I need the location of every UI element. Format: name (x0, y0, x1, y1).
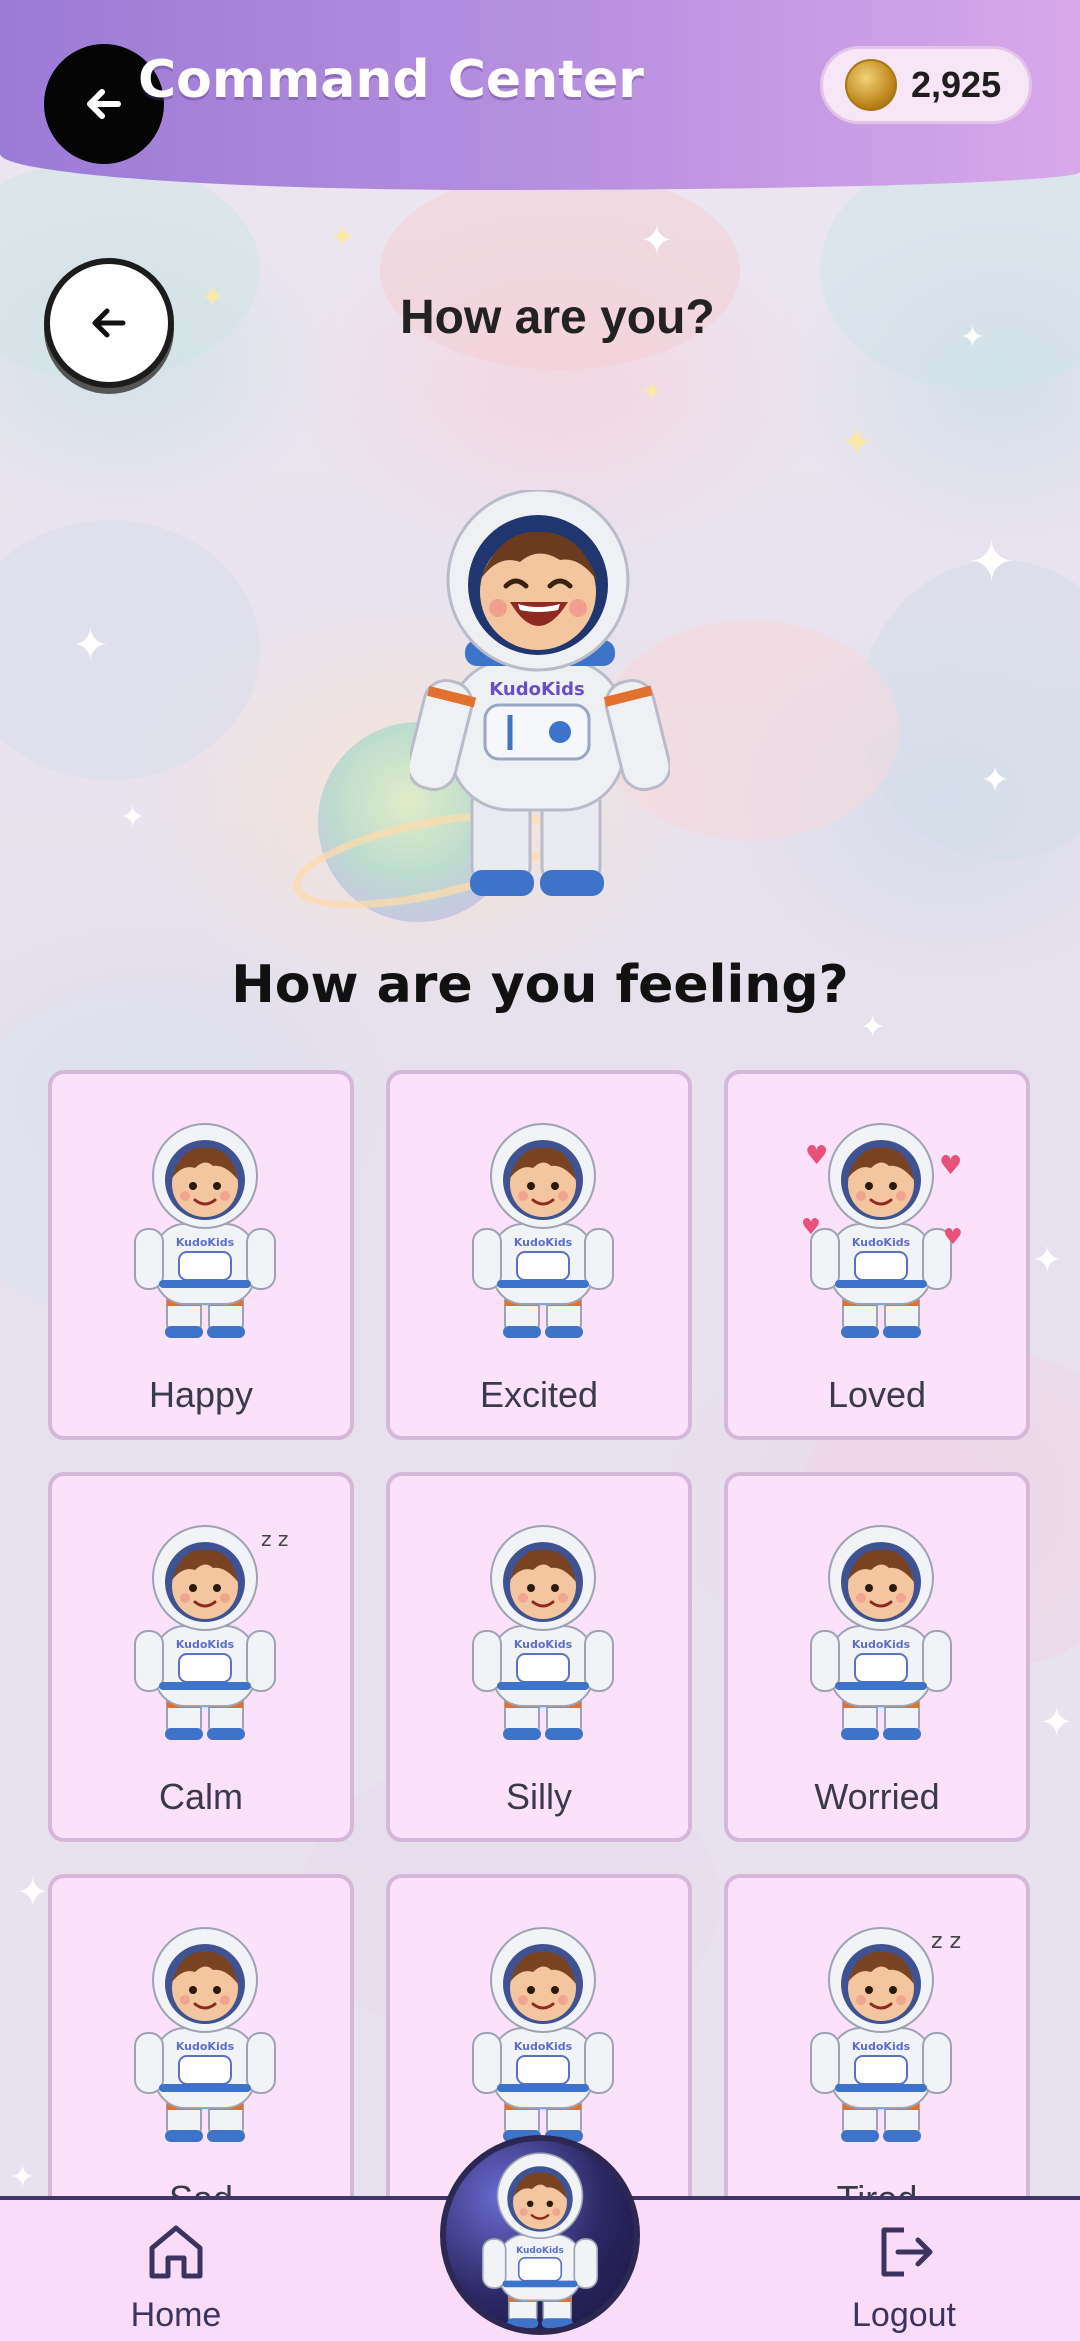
angry-astronaut-icon (471, 1926, 615, 2144)
nav-home-label: Home (130, 2296, 222, 2334)
arrow-left-icon (87, 89, 121, 119)
svg-text:z z: z z (261, 1527, 288, 1551)
mood-card-excited[interactable]: Excited (386, 1070, 692, 1440)
avatar-button[interactable] (440, 2135, 640, 2335)
svg-text:KudoKids: KudoKids (489, 679, 584, 700)
svg-text:z z: z z (931, 1929, 961, 1954)
svg-text:♥: ♥ (943, 1225, 963, 1250)
back-button[interactable] (44, 258, 174, 388)
excited-astronaut-icon (471, 1122, 615, 1340)
nav-logout-label: Logout (852, 2296, 956, 2334)
mood-card-calm[interactable]: z z Calm (48, 1472, 354, 1842)
astronaut-mascot: KudoKids (410, 490, 670, 896)
mood-label: Worried (814, 1776, 940, 1817)
mood-label: Calm (158, 1776, 243, 1817)
gold-coin-icon (845, 59, 897, 111)
logout-icon (881, 2227, 933, 2277)
svg-text:♥: ♥ (805, 1141, 828, 1171)
mood-label: Excited (479, 1374, 599, 1415)
arrow-left-icon (92, 308, 126, 338)
feelings-title: How are you feeling? (231, 955, 849, 1015)
mood-card-loved[interactable]: ♥ ♥ ♥ ♥ Loved (724, 1070, 1030, 1440)
home-icon (149, 2225, 203, 2279)
nav-home[interactable]: Home (96, 2218, 256, 2338)
mood-card-tired[interactable]: z z Tired (724, 1874, 1030, 2244)
page-title: Command Center (138, 50, 644, 110)
calm-astronaut-icon: z z (133, 1524, 288, 1742)
mood-card-sad[interactable]: Sad (48, 1874, 354, 2244)
mood-label: Happy (148, 1374, 254, 1415)
sad-astronaut-icon (133, 1926, 277, 2144)
svg-text:♥: ♥ (801, 1215, 821, 1240)
tired-astronaut-icon: z z (809, 1926, 961, 2144)
coin-count: 2,925 (911, 64, 1002, 105)
mood-card-silly[interactable]: Silly (386, 1472, 692, 1842)
happy-astronaut-icon (133, 1122, 277, 1340)
loved-astronaut-icon: ♥ ♥ ♥ ♥ (801, 1122, 963, 1340)
worried-astronaut-icon (809, 1524, 953, 1742)
mood-grid: Happy Excited ♥ ♥ ♥ ♥ Loved z z Calm Sil… (48, 1070, 1032, 2244)
mood-label: Loved (827, 1374, 927, 1415)
question-title: How are you? (400, 291, 715, 344)
silly-astronaut-icon (471, 1524, 615, 1742)
svg-text:♥: ♥ (939, 1151, 962, 1181)
nav-logout[interactable]: Logout (824, 2218, 984, 2338)
mood-card-happy[interactable]: Happy (48, 1070, 354, 1440)
astronaut-avatar-icon (481, 2151, 599, 2329)
mood-label: Silly (505, 1776, 572, 1817)
coin-balance[interactable]: 2,925 (820, 46, 1032, 124)
mood-card-worried[interactable]: Worried (724, 1472, 1030, 1842)
